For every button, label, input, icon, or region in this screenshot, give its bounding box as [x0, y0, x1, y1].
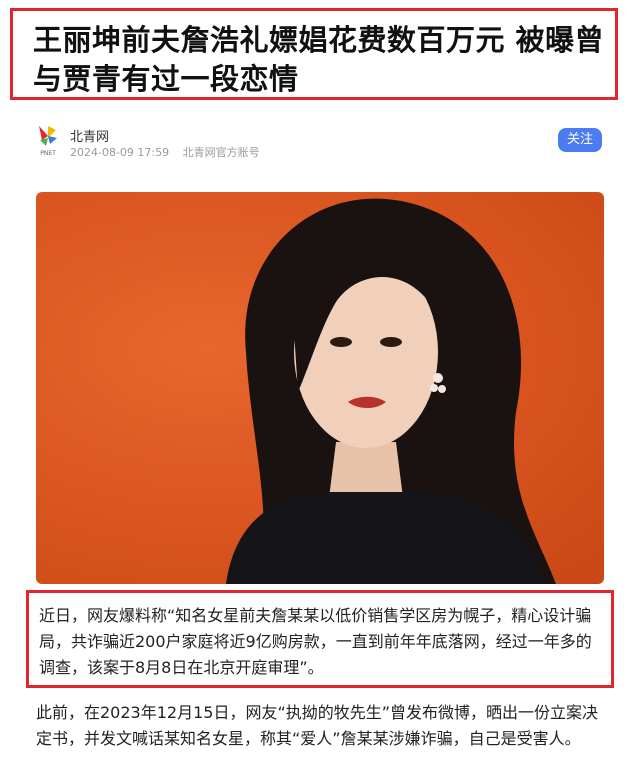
article-paragraph-2: 此前，在2023年12月15日，网友“执拗的牧先生”曾发布微博，晒出一份立案决定…: [36, 703, 599, 748]
title-highlight-box: 王丽坤前夫詹浩礼嫖娼花费数百万元 被曝曾与贾青有过一段恋情: [10, 8, 618, 100]
author-meta: 2024-08-09 17:59 北青网官方账号: [70, 144, 270, 160]
article-paragraph-2-container: 此前，在2023年12月15日，网友“执拗的牧先生”曾发布微博，晒出一份立案决定…: [36, 700, 608, 752]
publish-date: 2024-08-09 17:59: [70, 146, 170, 159]
quote-highlight-box: 近日，网友爆料称“知名女星前夫詹某某以低价销售学区房为幌子，精心设计骗局，共诈骗…: [26, 590, 614, 688]
article-title: 王丽坤前夫詹浩礼嫖娼花费数百万元 被曝曾与贾青有过一段恋情: [33, 23, 605, 96]
publisher-logo-icon[interactable]: PNET: [36, 124, 60, 158]
portrait-photo: [36, 192, 604, 584]
article-paragraph-1: 近日，网友爆料称“知名女星前夫詹某某以低价销售学区房为幌子，精心设计骗局，共诈骗…: [39, 606, 592, 677]
account-label: 北青网官方账号: [182, 146, 260, 159]
author-row: PNET 北青网 2024-08-09 17:59 北青网官方账号 关注: [36, 124, 608, 164]
publisher-logo-text: PNET: [40, 150, 56, 157]
author-name[interactable]: 北青网: [70, 126, 109, 145]
follow-button[interactable]: 关注: [558, 128, 602, 152]
